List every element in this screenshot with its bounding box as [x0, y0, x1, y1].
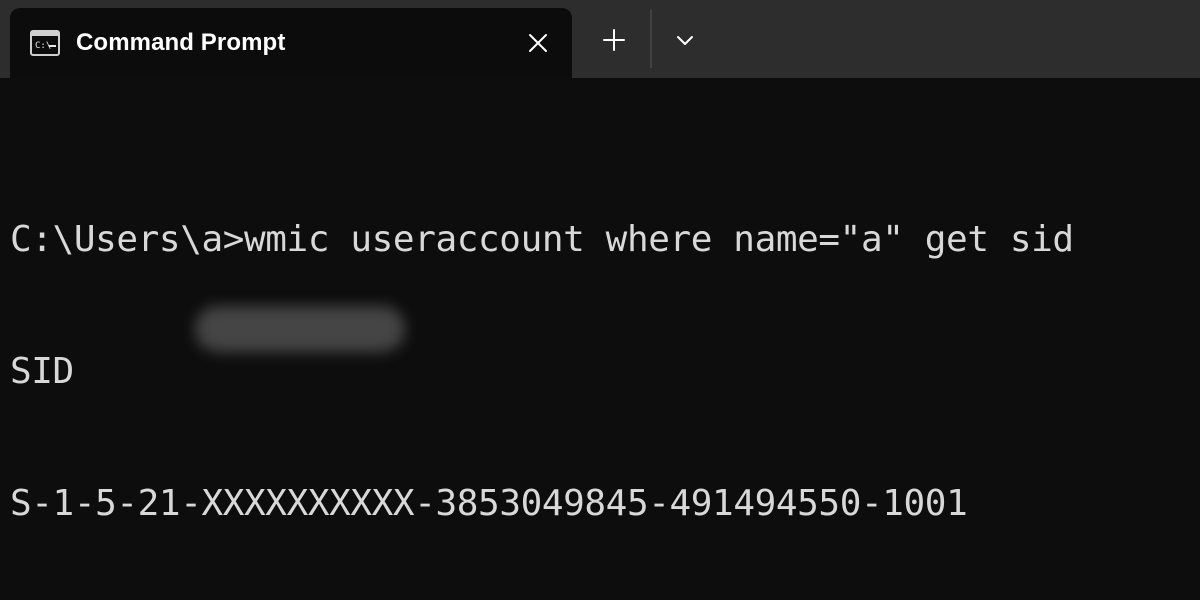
terminal-line-sid: S-1-5-21-XXXXXXXXXX-3853049845-491494550…	[10, 482, 1200, 526]
terminal-body[interactable]: C:\Users\a>wmic useraccount where name="…	[0, 78, 1200, 600]
titlebar: C:\ Command Prompt	[0, 0, 1200, 78]
command-prompt-window: C:\ Command Prompt C:\Users\a>wmic usera…	[0, 0, 1200, 600]
terminal-line: C:\Users\a>wmic useraccount where name="…	[10, 219, 1074, 260]
terminal-screen[interactable]: C:\Users\a>wmic useraccount where name="…	[10, 130, 1200, 600]
terminal-line: SID	[10, 351, 74, 392]
sid-prefix: S-1-5-21-	[10, 483, 202, 524]
titlebar-divider	[650, 10, 652, 68]
plus-icon	[603, 29, 625, 51]
tab-dropdown-button[interactable]	[661, 17, 709, 63]
sid-redacted: XXXXXXXXXX	[201, 483, 415, 524]
close-icon	[529, 34, 547, 52]
tab-command-prompt[interactable]: C:\ Command Prompt	[0, 8, 584, 78]
close-tab-button[interactable]	[516, 21, 560, 65]
chevron-down-icon	[677, 36, 693, 45]
command-prompt-icon: C:\	[30, 30, 60, 56]
tab-corner-left	[0, 66, 10, 78]
svg-text:C:\: C:\	[35, 41, 51, 51]
tab-title: Command Prompt	[76, 29, 286, 56]
tab-corner-right	[572, 66, 584, 78]
sid-suffix: -3853049845-491494550-1001	[414, 483, 968, 524]
new-tab-button[interactable]	[590, 17, 638, 63]
